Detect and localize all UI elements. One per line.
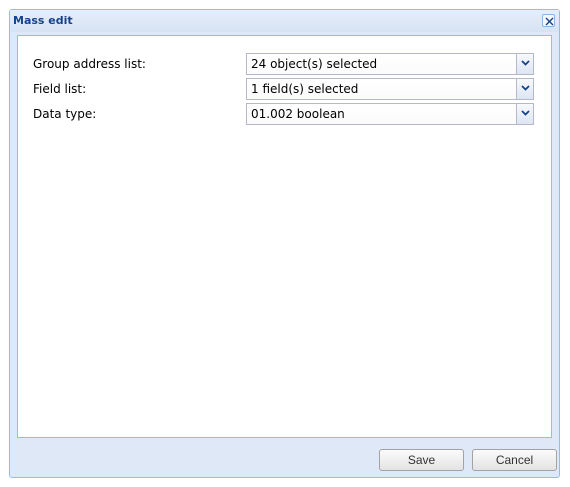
group-address-value: 24 object(s) selected: [251, 57, 378, 71]
data-type-combo[interactable]: 01.002 boolean: [246, 103, 534, 125]
field-list-value: 1 field(s) selected: [251, 82, 359, 96]
group-address-label: Group address list:: [33, 57, 146, 71]
dialog-header: Mass edit: [10, 10, 559, 32]
data-type-dropdown-trigger[interactable]: [516, 104, 533, 124]
mass-edit-dialog: Mass edit Group address list: 24 object(…: [9, 9, 560, 478]
close-icon: [545, 17, 554, 26]
chevron-down-icon: [521, 85, 530, 91]
data-type-label: Data type:: [33, 107, 97, 121]
close-button[interactable]: [542, 14, 555, 27]
chevron-down-icon: [521, 60, 530, 66]
field-list-combo[interactable]: 1 field(s) selected: [246, 78, 534, 100]
group-address-combo[interactable]: 24 object(s) selected: [246, 53, 534, 75]
data-type-value: 01.002 boolean: [251, 107, 345, 121]
group-address-row: Group address list: 24 object(s) selecte…: [18, 53, 551, 75]
dialog-body: Group address list: 24 object(s) selecte…: [17, 35, 552, 438]
chevron-down-icon: [521, 110, 530, 116]
field-list-row: Field list: 1 field(s) selected: [18, 78, 551, 100]
data-type-row: Data type: 01.002 boolean: [18, 103, 551, 125]
group-address-dropdown-trigger[interactable]: [516, 54, 533, 74]
field-list-dropdown-trigger[interactable]: [516, 79, 533, 99]
cancel-button[interactable]: Cancel: [472, 449, 557, 471]
dialog-title: Mass edit: [13, 14, 73, 27]
dialog-footer: Save Cancel: [17, 438, 557, 472]
save-button[interactable]: Save: [379, 449, 464, 471]
field-list-label: Field list:: [33, 82, 87, 96]
